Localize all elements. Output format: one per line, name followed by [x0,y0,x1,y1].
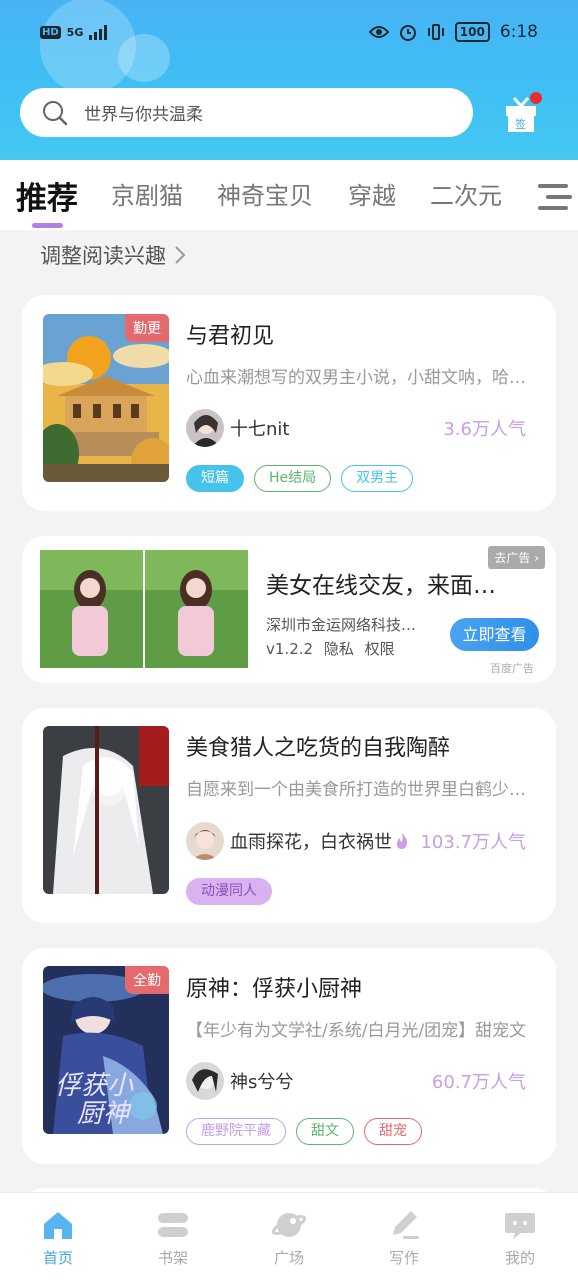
fire-icon [397,833,408,849]
pen-icon [393,1211,419,1239]
network-type: 5G [66,25,84,39]
popularity-count: 103.7万人气 [420,832,526,853]
bookshelf-icon [158,1213,188,1237]
svg-text:俘获小: 俘获小 [55,1071,134,1100]
book-description: 【年少有为文学社/系统/白月光/团宠】甜宠文 [186,1021,527,1041]
tag-list: 动漫同人 [186,878,272,905]
header: HD 5G 100 6:18 世界与你共温柔 签 [0,0,578,160]
nav-bookshelf-label: 书架 [157,1249,188,1267]
tag[interactable]: 双男主 [341,465,414,492]
search-icon [43,100,68,125]
nav-profile-label: 我的 [504,1249,535,1267]
home-icon [44,1212,72,1239]
book-card[interactable]: 美食猎人之吃货的自我陶醉 自愿来到一个由美食所打造的世界里白鹤少年的故事 血雨探… [22,708,556,923]
ad-photo [40,550,248,668]
sign-in-label: 签 [515,118,526,131]
chevron-right-icon [175,246,186,264]
ad-image[interactable] [40,550,248,668]
tag-list: 短篇 He结局 双男主 [186,465,414,492]
book-card[interactable]: 俘获小 厨神 全勤 原神：俘获小厨神 【年少有为文学社/系统/白月光/团宠】甜宠… [22,948,556,1164]
svg-text:厨神: 厨神 [77,1099,132,1128]
chat-bubble-icon [505,1213,535,1239]
ad-card[interactable]: 美女在线交友，来面基吧 深圳市金运网络科技有限公司 v1.2.2 隐私 权限 去… [22,536,556,683]
tag[interactable]: 甜文 [296,1118,354,1145]
white-hair-character-cover [43,726,169,894]
vibrate-icon [427,24,444,40]
book-card[interactable]: 勤更 与君初见 心血来潮想写的双男主小说，小甜文呐，哈哈哈 十七nit 3.6万… [22,295,556,511]
tag-list: 鹿野院平藏 甜文 甜宠 [186,1118,422,1145]
hd-indicator: HD [40,25,61,39]
tag[interactable]: 鹿野院平藏 [186,1118,286,1145]
status-bar: HD 5G 100 6:18 [0,18,578,50]
nav-write[interactable]: 写作 [364,1209,444,1268]
remove-ad-label: 去广告 [494,551,531,565]
bottom-navigation: 首页 书架 广场 写作 我的 [0,1192,578,1280]
book-cover[interactable]: 勤更 [43,314,169,482]
nav-square[interactable]: 广场 [249,1209,329,1268]
tag[interactable]: 甜宠 [364,1118,422,1145]
nav-square-label: 广场 [273,1249,304,1267]
ad-company: 深圳市金运网络科技有限公司 [266,616,426,634]
author-avatar[interactable] [186,1062,224,1100]
category-menu-icon[interactable] [536,180,574,214]
author-name[interactable]: 神s兮兮 [230,1068,293,1094]
author-row: 十七nit 3.6万人气 [186,409,526,447]
category-tabs: 推荐 京剧猫 神奇宝贝 穿越 二次元 [0,160,578,230]
ad-title[interactable]: 美女在线交友，来面基吧 [266,566,506,600]
author-name[interactable]: 十七nit [230,415,289,441]
ad-privacy-link[interactable]: 隐私 [324,640,354,658]
adjust-interest-link[interactable]: 调整阅读兴趣 [40,240,186,270]
ad-version: v1.2.2 [266,640,314,658]
signal-icon [89,24,108,40]
nav-bookshelf[interactable]: 书架 [133,1209,213,1268]
active-tab-indicator [32,223,63,228]
author-avatar[interactable] [186,822,224,860]
book-title[interactable]: 美食猎人之吃货的自我陶醉 [186,730,450,762]
nav-home[interactable]: 首页 [18,1209,98,1268]
tab-pokemon[interactable]: 神奇宝贝 [217,176,313,211]
adjust-interest-label: 调整阅读兴趣 [40,244,166,268]
book-cover[interactable]: 俘获小 厨神 全勤 [43,966,169,1134]
nav-profile[interactable]: 我的 [480,1209,560,1268]
book-title[interactable]: 原神：俘获小厨神 [186,971,362,1003]
author-row: 神s兮兮 60.7万人气 [186,1062,526,1100]
book-description: 心血来潮想写的双男主小说，小甜文呐，哈哈哈 [186,368,540,388]
remove-ad-button[interactable]: 去广告 › [488,546,545,569]
author-avatar[interactable] [186,409,224,447]
planet-icon [272,1213,306,1237]
book-cover[interactable] [43,726,169,894]
tab-recommend[interactable]: 推荐 [16,173,78,218]
book-title[interactable]: 与君初见 [186,318,274,350]
sign-in-button[interactable]: 签 [502,92,542,134]
tab-time-travel[interactable]: 穿越 [348,176,396,211]
nav-write-label: 写作 [388,1249,419,1267]
tag[interactable]: 短篇 [186,465,244,492]
view-now-button[interactable]: 立即查看 [450,618,539,651]
ad-permissions-link[interactable]: 权限 [365,640,395,658]
search-placeholder: 世界与你共温柔 [84,105,203,125]
book-description: 自愿来到一个由美食所打造的世界里白鹤少年的故事 [186,780,540,800]
update-badge: 全勤 [125,966,169,994]
tab-anime[interactable]: 二次元 [430,176,502,211]
clock: 6:18 [499,22,538,42]
author-row: 血雨探花，白衣祸世 103.7万人气 [186,822,526,860]
popularity-count: 3.6万人气 [443,419,526,440]
popularity-count: 60.7万人气 [431,1072,526,1093]
update-badge: 勤更 [125,314,169,342]
ad-meta: v1.2.2 隐私 权限 [266,638,395,659]
eye-icon [368,26,389,38]
nav-home-label: 首页 [42,1249,73,1267]
tag[interactable]: He结局 [254,465,332,492]
tab-jingjumao[interactable]: 京剧猫 [111,176,183,211]
search-bar[interactable]: 世界与你共温柔 [20,88,473,137]
author-name[interactable]: 血雨探花，白衣祸世 [230,828,392,854]
battery-icon: 100 [454,22,490,42]
ad-source: 百度广告 [490,662,534,675]
alarm-icon [399,25,416,41]
tag[interactable]: 动漫同人 [186,878,272,905]
